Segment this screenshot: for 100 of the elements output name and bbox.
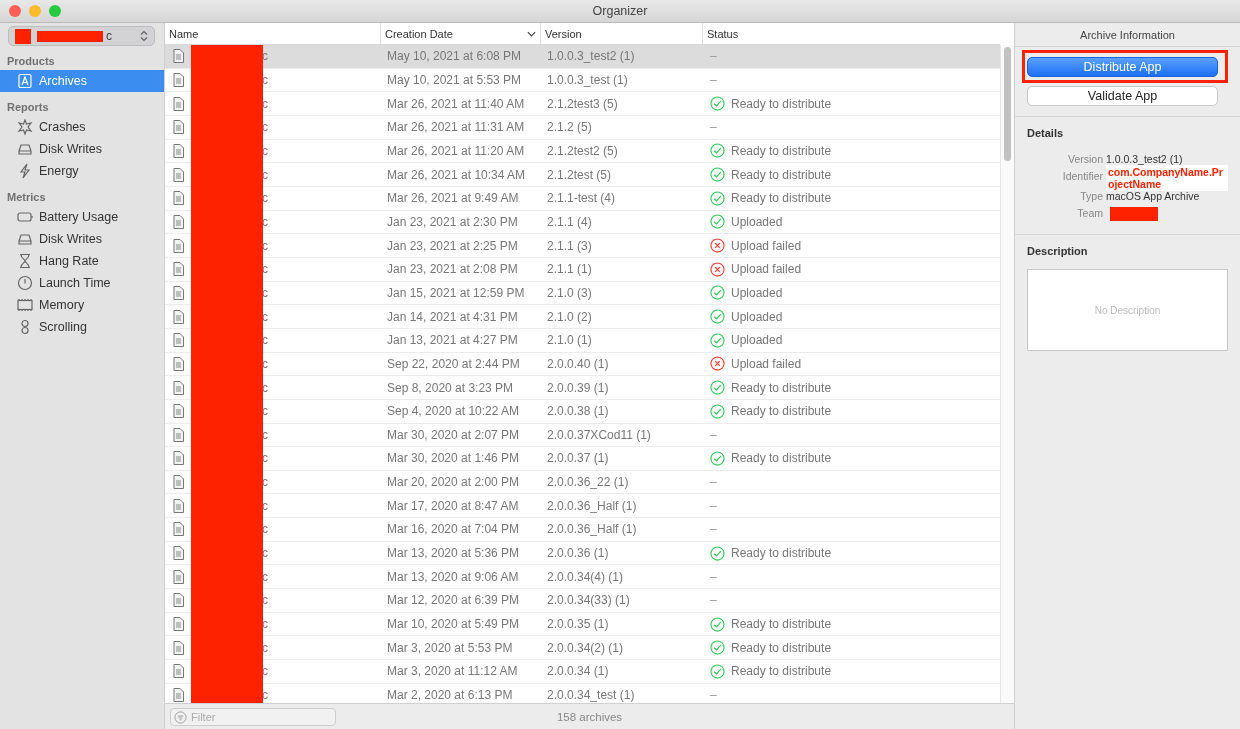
column-header[interactable]: Version <box>541 23 703 44</box>
table-cell: Sep 4, 2020 at 10:22 AM <box>387 404 520 419</box>
table-cell: 2.1.0 (2) <box>547 309 592 324</box>
table-cell: 2.1.0 (1) <box>547 333 592 348</box>
table-cell: 2.1.1 (1) <box>547 262 592 277</box>
status-text: Uploaded <box>731 214 783 229</box>
status-text: – <box>710 427 717 442</box>
table-cell: Mar 10, 2020 at 5:49 PM <box>387 617 520 632</box>
table-cell: 2.1.2test (5) <box>547 167 612 182</box>
table-cell: 2.0.0.36_Half (1) <box>547 522 637 537</box>
archive-name: c <box>262 404 268 419</box>
archive-name: c <box>262 380 268 395</box>
sidebar-item[interactable]: Crashes <box>0 116 164 138</box>
sidebar-item[interactable]: Hang Rate <box>0 250 164 272</box>
table-cell: Mar 20, 2020 at 2:00 PM <box>387 475 520 490</box>
status-text: – <box>710 593 717 608</box>
status-text: Upload failed <box>731 238 802 253</box>
identifier-annotation: com.CompanyName.ProjectName <box>1106 165 1228 191</box>
table-cell: 2.0.0.34_test (1) <box>547 688 635 703</box>
archive-name: c <box>262 262 268 277</box>
check-circle-icon <box>710 616 725 632</box>
document-icon <box>173 356 184 371</box>
document-icon <box>173 593 184 608</box>
status-text: Ready to distribute <box>731 380 832 395</box>
archive-name: c <box>262 333 268 348</box>
status-text: Ready to distribute <box>731 143 832 158</box>
table-cell: 2.1.1 (4) <box>547 214 592 229</box>
column-header[interactable]: Name <box>165 23 381 44</box>
document-icon <box>173 664 184 679</box>
column-header[interactable]: Creation Date <box>381 23 541 44</box>
status-text: – <box>710 49 717 64</box>
section-heading: Description <box>1027 245 1089 257</box>
check-circle-icon <box>710 663 725 679</box>
document-icon <box>173 427 184 442</box>
document-icon <box>173 262 184 277</box>
archive-name: c <box>262 617 268 632</box>
section-heading: Metrics <box>6 190 47 205</box>
memory-icon <box>17 297 33 313</box>
archive-icon <box>17 73 33 89</box>
archive-name: c <box>262 546 268 561</box>
zoom-button[interactable] <box>49 5 61 17</box>
scrollbar-thumb[interactable] <box>1004 47 1011 161</box>
document-icon <box>173 640 184 655</box>
status-text: – <box>710 73 717 87</box>
sidebar-item[interactable]: Disk Writes <box>0 138 164 160</box>
archive-count: 158 archives <box>556 710 623 723</box>
sidebar-item[interactable]: Scrolling <box>0 316 164 338</box>
table-cell: Jan 23, 2021 at 2:25 PM <box>387 238 518 253</box>
status-text: Ready to distribute <box>731 664 832 679</box>
status-text: Ready to distribute <box>731 617 832 632</box>
archive-name: c <box>262 522 268 537</box>
window-title: Organizer <box>592 4 648 18</box>
energy-icon <box>17 163 33 179</box>
check-circle-icon <box>710 451 725 466</box>
table-cell: Mar 30, 2020 at 2:07 PM <box>387 427 520 442</box>
sidebar-item[interactable]: Energy <box>0 160 164 182</box>
detail-label: Version <box>1066 152 1103 167</box>
document-icon <box>173 333 184 348</box>
close-button[interactable] <box>9 5 21 17</box>
project-selector[interactable]: c <box>8 26 155 46</box>
detail-label: Team <box>1076 206 1103 221</box>
table-cell: 2.1.2test2 (5) <box>547 143 618 158</box>
check-circle-icon <box>710 167 725 183</box>
filter-field[interactable]: Filter <box>170 707 336 726</box>
status-text: Uploaded <box>731 309 783 324</box>
status-text: Upload failed <box>731 356 802 371</box>
document-icon <box>173 404 184 419</box>
sidebar-item[interactable]: Memory <box>0 294 164 316</box>
error-circle-icon <box>710 356 725 372</box>
table-cell: Mar 17, 2020 at 8:47 AM <box>387 498 519 513</box>
check-circle-icon <box>710 403 725 419</box>
sidebar-item[interactable]: Battery Usage <box>0 206 164 228</box>
sidebar-item[interactable]: Archives <box>0 70 164 92</box>
check-circle-icon <box>710 285 725 301</box>
table-cell: Mar 30, 2020 at 1:46 PM <box>387 451 520 466</box>
document-icon <box>173 451 184 466</box>
archive-name: c <box>262 688 268 703</box>
document-icon <box>173 522 184 537</box>
sort-chevron-icon <box>527 30 536 37</box>
error-circle-icon <box>710 238 725 254</box>
document-icon <box>173 96 184 111</box>
document-icon <box>173 380 184 395</box>
up-down-icon <box>140 30 148 42</box>
document-icon <box>173 569 184 584</box>
filter-icon <box>174 710 187 724</box>
column-header[interactable]: Status <box>703 23 1000 44</box>
validate-button[interactable]: Validate App <box>1027 86 1218 106</box>
table-cell: 1.0.0.3_test (1) <box>547 73 628 87</box>
table-cell: 2.1.2 (5) <box>547 120 592 135</box>
document-icon <box>173 73 184 87</box>
error-circle-icon <box>710 261 725 277</box>
table-cell: 2.0.0.36_22 (1) <box>547 475 629 490</box>
detail-value: 1.0.0.3_test2 (1) <box>1106 152 1183 167</box>
check-circle-icon <box>710 309 725 325</box>
distribute-button[interactable]: Distribute App <box>1027 57 1218 77</box>
table-row[interactable]: c May 10, 2021 at 6:08 PM 1.0.0.3_test2 (1) – <box>165 45 1000 69</box>
archive-name: c <box>262 49 268 64</box>
minimize-button[interactable] <box>29 5 41 17</box>
sidebar-item[interactable]: Launch Time <box>0 272 164 294</box>
sidebar-item[interactable]: Disk Writes <box>0 228 164 250</box>
